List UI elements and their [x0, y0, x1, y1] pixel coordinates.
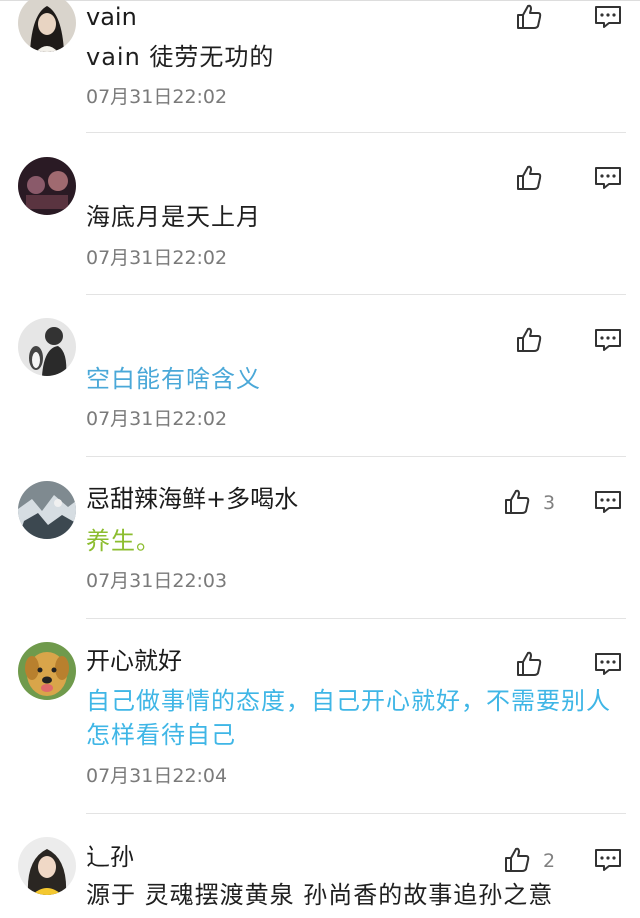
comment-text: vain 徒劳无功的 [86, 43, 275, 71]
comment-text: 自己做事情的态度，自己开心就好，不需要别人怎样看待自己 [86, 687, 611, 749]
comment-bubble-icon [595, 329, 621, 351]
like-button[interactable] [515, 164, 543, 192]
thumbs-up-icon [505, 489, 530, 514]
divider [86, 813, 626, 814]
like-button[interactable] [515, 326, 543, 354]
like-button[interactable] [515, 3, 543, 31]
thumbs-up-icon [517, 165, 542, 190]
reply-button[interactable] [594, 164, 622, 192]
comment-text: 源于 灵魂摆渡黄泉 孙尚香的故事追孙之意 [86, 881, 554, 909]
comment-time: 07月31日22:04 [86, 765, 228, 787]
comment-time: 07月31日22:02 [86, 86, 228, 108]
reply-button[interactable] [594, 3, 622, 31]
avatar[interactable] [18, 837, 76, 895]
divider [86, 456, 626, 457]
top-border [0, 0, 640, 1]
like-count: 2 [543, 850, 556, 872]
like-count: 3 [543, 492, 556, 514]
reply-button[interactable] [594, 488, 622, 516]
comment-text: 海底月是天上月 [86, 203, 261, 231]
divider [86, 618, 626, 619]
comment-time: 07月31日22:02 [86, 247, 228, 269]
comment-time: 07月31日22:02 [86, 408, 228, 430]
avatar[interactable] [18, 642, 76, 700]
thumbs-up-icon [517, 327, 542, 352]
reply-button[interactable] [594, 650, 622, 678]
avatar[interactable] [18, 0, 76, 52]
comment-author[interactable]: vain [86, 2, 137, 32]
reply-button[interactable] [594, 326, 622, 354]
comment-bubble-icon [595, 653, 621, 675]
thumbs-up-icon [517, 4, 542, 29]
comment-bubble-icon [595, 491, 621, 513]
comment-author[interactable]: 忌甜辣海鲜+多喝水 [86, 484, 298, 514]
comment-bubble-icon [595, 849, 621, 871]
avatar[interactable] [18, 157, 76, 215]
reply-button[interactable] [594, 846, 622, 874]
comment-time: 07月31日22:03 [86, 570, 228, 592]
comment-bubble-icon [595, 167, 621, 189]
comment-text: 空白能有啥含义 [86, 365, 261, 393]
comment-author[interactable]: 辶孙 [86, 842, 134, 872]
like-button[interactable] [515, 650, 543, 678]
comment-author[interactable]: 开心就好 [86, 646, 182, 676]
divider [86, 294, 626, 295]
like-button[interactable] [503, 488, 531, 516]
divider [86, 132, 626, 133]
avatar[interactable] [18, 481, 76, 539]
thumbs-up-icon [517, 651, 542, 676]
comment-bubble-icon [595, 6, 621, 28]
comment-text: 养生。 [86, 527, 161, 555]
thumbs-up-icon [505, 847, 530, 872]
like-button[interactable] [503, 846, 531, 874]
avatar[interactable] [18, 318, 76, 376]
